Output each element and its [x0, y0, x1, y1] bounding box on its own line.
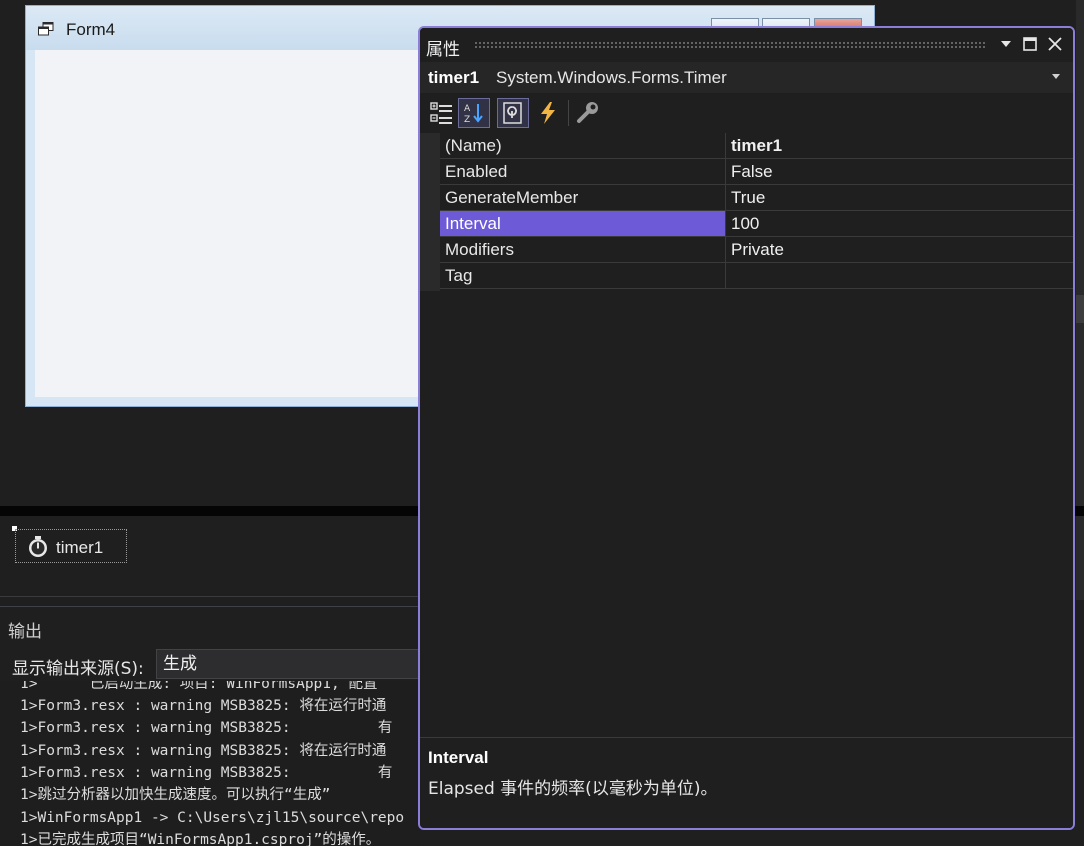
- property-row-enabled[interactable]: Enabled False: [440, 159, 1073, 185]
- alphabetical-button[interactable]: A Z: [458, 98, 490, 128]
- form-title: Form4: [66, 20, 116, 39]
- property-name: Enabled: [440, 159, 726, 184]
- property-row-name[interactable]: (Name) timer1: [440, 133, 1073, 159]
- log-line: 1>Form3.resx : warning MSB3825: 有: [20, 765, 393, 781]
- property-value[interactable]: timer1: [727, 133, 1073, 158]
- svg-text:Z: Z: [464, 115, 470, 125]
- log-line: 1>跳过分析器以加快生成速度。可以执行“生成”: [20, 787, 331, 803]
- tray-component-timer1[interactable]: timer1: [15, 529, 127, 563]
- sort-alphabetical-icon: A Z: [464, 104, 483, 125]
- output-source-select[interactable]: 生成: [156, 649, 426, 679]
- property-value[interactable]: 100: [727, 211, 1073, 236]
- property-name: Modifiers: [440, 237, 726, 262]
- description-title: Interval: [428, 748, 489, 767]
- toolbar-separator: [568, 100, 569, 126]
- categorized-button[interactable]: [426, 98, 458, 128]
- drag-grip[interactable]: [474, 41, 986, 48]
- stopwatch-icon: [29, 536, 47, 557]
- property-grid: (Name) timer1 Enabled False GenerateMemb…: [420, 133, 1073, 291]
- chevron-down-icon: [1052, 74, 1060, 79]
- property-row-generatemember[interactable]: GenerateMember True: [440, 185, 1073, 211]
- property-row-tag[interactable]: Tag: [440, 263, 1073, 289]
- close-icon: [1048, 37, 1062, 51]
- output-pane-title: 输出: [8, 622, 42, 642]
- svg-text:A: A: [464, 104, 471, 114]
- property-name: Tag: [440, 263, 726, 288]
- output-source-label: 显示输出来源(S):: [12, 659, 144, 679]
- properties-toolbar: A Z: [420, 94, 1073, 132]
- events-button[interactable]: [532, 98, 564, 128]
- property-name: GenerateMember: [440, 185, 726, 210]
- property-grid-gutter: [420, 133, 440, 291]
- designer-scroll-thumb[interactable]: [1076, 295, 1084, 323]
- property-name: Interval: [440, 211, 726, 236]
- property-description-panel: Interval Elapsed 事件的频率(以毫秒为单位)。: [420, 737, 1073, 828]
- lightning-icon: [541, 102, 555, 124]
- categorized-icon: [430, 102, 452, 124]
- maximize-button[interactable]: [1021, 35, 1039, 53]
- property-value[interactable]: False: [727, 159, 1073, 184]
- properties-window: 属性 timer1 System.Windows.Forms.Timer A Z…: [418, 26, 1075, 830]
- output-pane: 输出 显示输出来源(S): 生成 1> 已启动生成: 项目: WinFormsA…: [0, 606, 426, 846]
- log-line: 1> 已启动生成: 项目: WinFormsApp1, 配置: [20, 681, 378, 692]
- output-source-value: 生成: [163, 654, 197, 674]
- property-value[interactable]: True: [727, 185, 1073, 210]
- properties-title: 属性: [426, 40, 460, 60]
- selected-object-name: timer1: [428, 68, 480, 87]
- wrench-icon: [577, 102, 598, 123]
- form-window-icon: [38, 22, 54, 36]
- close-button[interactable]: [1046, 35, 1064, 53]
- object-selector[interactable]: timer1 System.Windows.Forms.Timer: [420, 62, 1073, 93]
- window-position-dropdown-button[interactable]: [997, 35, 1015, 53]
- log-line: 1>Form3.resx : warning MSB3825: 有: [20, 720, 393, 736]
- log-line: 1>已完成生成项目“WinFormsApp1.csproj”的操作。: [20, 832, 381, 846]
- property-pages-icon: [503, 102, 522, 124]
- log-line: 1>Form3.resx : warning MSB3825: 将在运行时通: [20, 743, 387, 759]
- tray-component-label: timer1: [56, 538, 104, 557]
- property-value[interactable]: Private: [727, 237, 1073, 262]
- description-text: Elapsed 事件的频率(以毫秒为单位)。: [428, 779, 718, 799]
- property-row-modifiers[interactable]: Modifiers Private: [440, 237, 1073, 263]
- log-line: 1>WinFormsApp1 -> C:\Users\zjl15\source\…: [20, 810, 405, 826]
- property-row-interval[interactable]: Interval 100: [440, 211, 1073, 237]
- selected-object-type: System.Windows.Forms.Timer: [496, 68, 727, 87]
- output-log[interactable]: 1> 已启动生成: 项目: WinFormsApp1, 配置 1>Form3.r…: [0, 681, 420, 846]
- maximize-icon: [1023, 37, 1037, 51]
- properties-view-button[interactable]: [497, 98, 529, 128]
- property-name: (Name): [440, 133, 726, 158]
- component-tray: timer1: [0, 516, 418, 597]
- properties-titlebar[interactable]: 属性: [420, 28, 1073, 62]
- property-pages-button[interactable]: [572, 98, 604, 128]
- log-line: 1>Form3.resx : warning MSB3825: 将在运行时通: [20, 698, 387, 714]
- property-value[interactable]: [727, 263, 1073, 288]
- caret-down-icon: [1001, 41, 1011, 47]
